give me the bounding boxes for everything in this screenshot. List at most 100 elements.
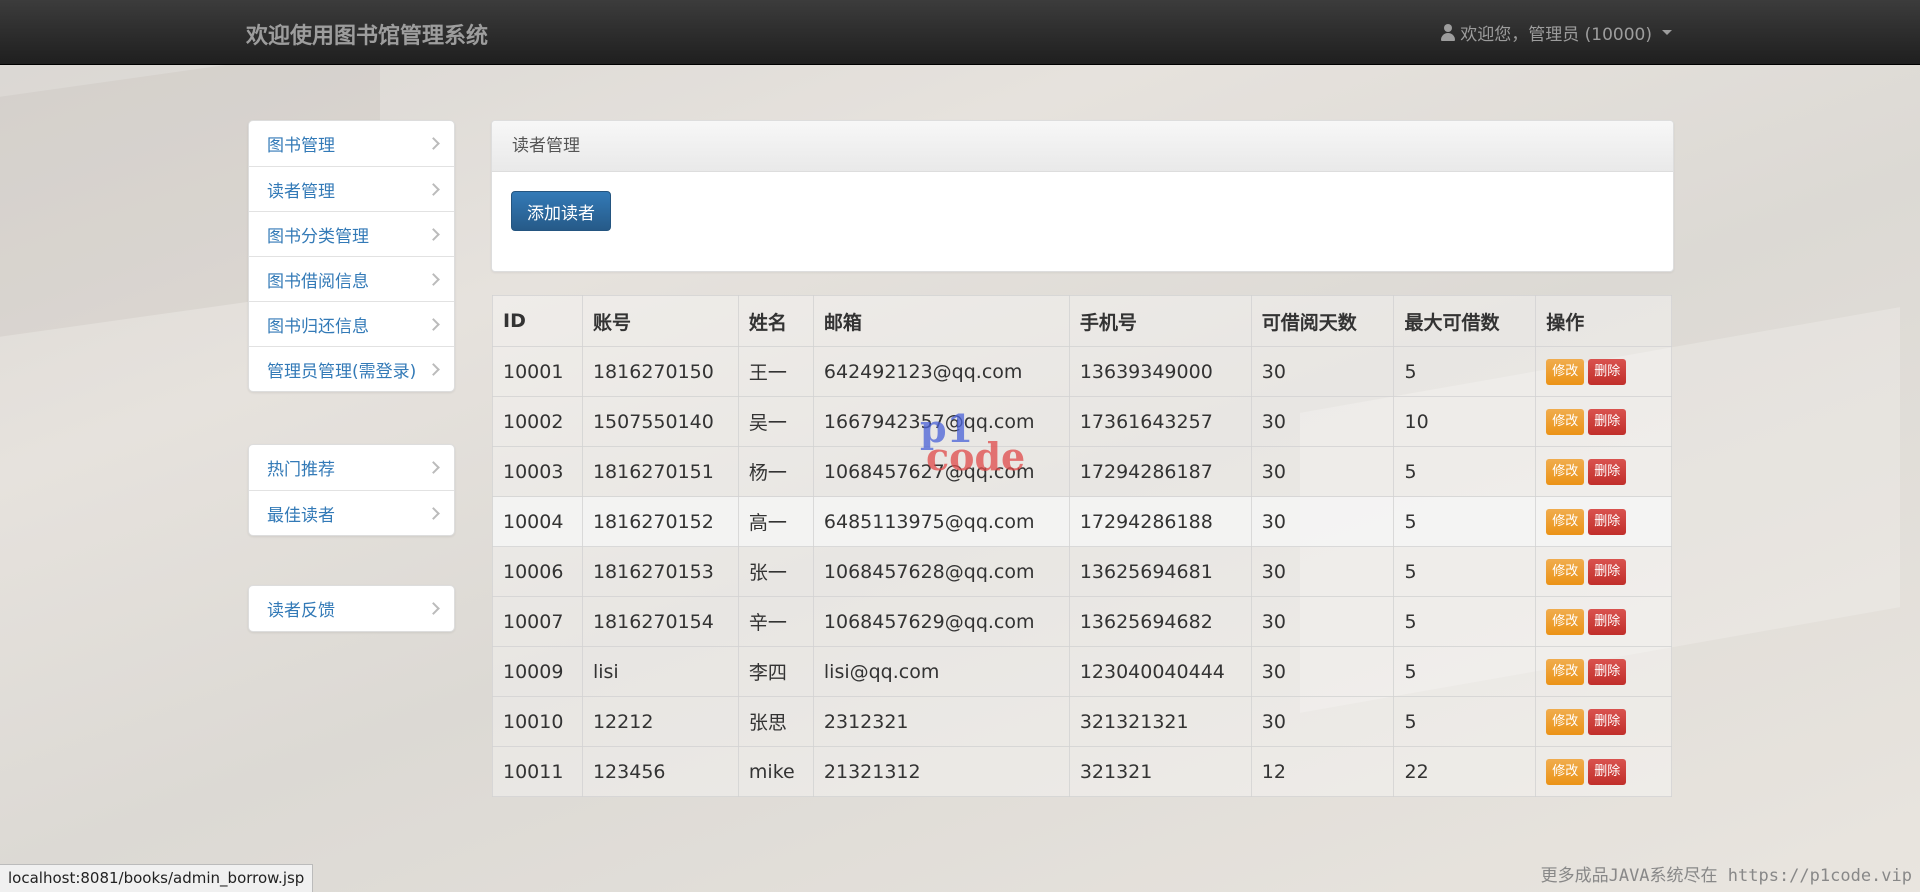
cell-max: 5 [1393,546,1537,597]
cell-phone: 13625694681 [1068,546,1252,597]
cell-max: 5 [1393,646,1537,697]
chevron-right-icon [427,461,440,474]
table-row: 10006 1816270153 张一 1068457628@qq.com 136256… [492,546,1672,597]
cell-account: 123456 [581,746,739,797]
cell-id: 10011 [492,746,583,797]
app-brand[interactable]: 欢迎使用图书馆管理系统 [246,18,488,50]
cell-days: 30 [1250,496,1395,547]
delete-reader-button[interactable]: 删除 [1588,659,1627,685]
chevron-right-icon [427,602,440,615]
site-watermark: p1 code [920,410,1026,479]
sidebar-item-label: 图书分类管理 [267,226,369,247]
sidebar-item[interactable]: 图书管理 [249,121,454,166]
chevron-right-icon [427,506,440,520]
cell-email: 21321312 [812,746,1070,797]
sidebar-item[interactable]: 读者反馈 [249,586,454,631]
delete-reader-button[interactable]: 删除 [1588,609,1627,635]
delete-reader-button[interactable]: 删除 [1588,759,1627,785]
cell-email: lisi@qq.com [812,646,1070,697]
cell-actions: 修改 删除 [1535,546,1672,597]
cell-name: 张思 [737,696,814,747]
cell-name: 吴一 [737,396,814,447]
cell-name: 辛一 [737,596,814,647]
edit-reader-button[interactable]: 修改 [1546,359,1585,385]
edit-reader-button[interactable]: 修改 [1546,759,1585,785]
cell-max: 10 [1393,396,1537,447]
edit-reader-button[interactable]: 修改 [1546,659,1585,685]
delete-reader-button[interactable]: 删除 [1588,559,1627,585]
edit-reader-button[interactable]: 修改 [1546,609,1585,635]
table-header-row: ID 账号 姓名 邮箱 手机号 可借阅天数 最大可借数 操作 [492,295,1672,347]
chevron-right-icon [427,137,440,150]
column-header: 姓名 [737,295,814,347]
sidebar-item[interactable]: 图书借阅信息 [249,256,454,301]
cell-email: 642492123@qq.com [812,346,1070,397]
panel-title: 读者管理 [492,121,1673,172]
sidebar-item[interactable]: 图书归还信息 [249,301,454,346]
cell-days: 30 [1250,696,1395,747]
cell-account: 1507550140 [581,396,739,447]
edit-reader-button[interactable]: 修改 [1546,509,1585,535]
cell-email: 2312321 [812,696,1070,747]
sidebar-item[interactable]: 图书分类管理 [249,211,454,256]
cell-max: 22 [1393,746,1537,797]
edit-reader-button[interactable]: 修改 [1546,709,1585,735]
delete-reader-button[interactable]: 删除 [1588,359,1627,385]
sidebar-feedback-menu: 读者反馈 [248,585,455,632]
cell-max: 5 [1393,596,1537,647]
delete-reader-button[interactable]: 删除 [1588,509,1627,535]
column-header: ID [492,295,583,347]
cell-account: 1816270151 [581,446,739,497]
cell-account: 12212 [581,696,739,747]
cell-account: 1816270154 [581,596,739,647]
cell-name: 王一 [737,346,814,397]
edit-reader-button[interactable]: 修改 [1546,559,1585,585]
cell-name: 张一 [737,546,814,597]
chevron-right-icon [427,317,440,331]
caret-down-icon [1662,30,1672,35]
cell-days: 30 [1250,596,1395,647]
cell-actions: 修改 删除 [1535,446,1672,497]
delete-reader-button[interactable]: 删除 [1588,409,1627,435]
delete-reader-button[interactable]: 删除 [1588,459,1627,485]
cell-actions: 修改 删除 [1535,396,1672,447]
sidebar-item-label: 最佳读者 [267,505,335,526]
cell-name: 李四 [737,646,814,697]
cell-account: 1816270150 [581,346,739,397]
watermark-line2: code [926,434,1026,479]
column-header: 可借阅天数 [1250,295,1395,347]
sidebar-item[interactable]: 最佳读者 [249,490,454,535]
user-menu-dropdown[interactable]: 欢迎您，管理员 (10000) [1440,20,1672,45]
sidebar-recommend-menu: 热门推荐最佳读者 [248,444,455,536]
sidebar-item[interactable]: 管理员管理(需登录) [249,346,454,391]
cell-phone: 13625694682 [1068,596,1252,647]
sidebar-item-label: 图书管理 [267,136,335,156]
sidebar-item[interactable]: 读者管理 [249,166,454,211]
edit-reader-button[interactable]: 修改 [1546,409,1585,435]
sidebar-main-menu: 图书管理读者管理图书分类管理 图书借阅信息 图书归还信息管理员管理(需登录) [248,120,455,392]
table-row: 10007 1816270154 辛一 1068457629@qq.com 136256… [492,596,1672,647]
cell-phone: 123040040444 [1068,646,1252,697]
sidebar-item-label: 图书归还信息 [267,316,369,337]
edit-reader-button[interactable]: 修改 [1546,459,1585,485]
delete-reader-button[interactable]: 删除 [1588,709,1627,735]
cell-max: 5 [1393,496,1537,547]
cell-id: 10007 [492,596,583,647]
sidebar-item-label: 图书借阅信息 [267,271,369,292]
add-reader-button[interactable]: 添加读者 [511,191,611,231]
table-row: 10004 1816270152 高一 6485113975@qq.com 172942… [492,496,1672,547]
sidebar-item[interactable]: 热门推荐 [249,445,454,490]
cell-phone: 17361643257 [1068,396,1252,447]
table-row: 10003 1816270151 杨一 1068457627@qq.com 172942… [492,446,1672,497]
sidebar-item-label: 读者反馈 [267,601,335,621]
cell-id: 10010 [492,696,583,747]
cell-phone: 17294286188 [1068,496,1252,547]
user-greeting: 欢迎您，管理员 (10000) [1460,25,1652,45]
cell-days: 30 [1250,646,1395,697]
chevron-right-icon [427,362,440,376]
top-navbar: 欢迎使用图书馆管理系统 欢迎您，管理员 (10000) [0,0,1920,65]
chevron-right-icon [427,227,440,241]
table-row: 10002 1507550140 吴一 1667942357@qq.com 173616… [492,396,1672,447]
table-row: 10001 1816270150 王一 642492123@qq.com 1363934… [492,346,1672,397]
footer-note: 更多成品JAVA系统尽在 https://p1code.vip [1540,866,1912,886]
